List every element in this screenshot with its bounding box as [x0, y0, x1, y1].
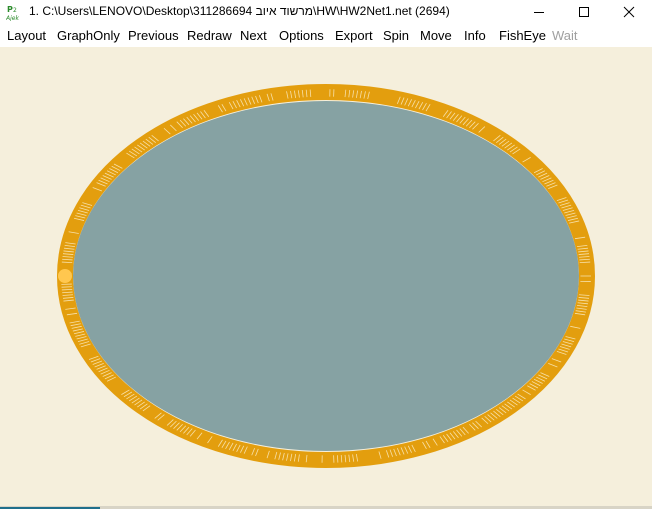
close-icon — [623, 6, 635, 18]
vertex-tick — [61, 289, 73, 291]
menu-redraw[interactable]: Redraw — [187, 28, 232, 43]
menu-move[interactable]: Move — [420, 28, 452, 43]
maximize-button[interactable] — [561, 0, 607, 24]
menu-layout[interactable]: Layout — [7, 28, 46, 43]
vertex-tick — [579, 261, 591, 263]
edge-mass — [73, 101, 579, 451]
title-bar[interactable]: P 2 Ajek 1. C:\Users\LENOVO\Desktop\3112… — [0, 0, 652, 24]
menu-options[interactable]: Options — [279, 28, 324, 43]
menu-fisheye[interactable]: FishEye — [499, 28, 546, 43]
minimize-button[interactable] — [516, 0, 562, 24]
svg-text:Ajek: Ajek — [6, 15, 19, 21]
minimize-icon — [534, 12, 544, 13]
window-title: 1. C:\Users\LENOVO\Desktop\311286694 מרש… — [29, 4, 450, 18]
network-graph[interactable] — [0, 47, 652, 506]
menu-next[interactable]: Next — [240, 28, 267, 43]
menu-graphonly[interactable]: GraphOnly — [57, 28, 120, 43]
menu-wait: Wait — [552, 28, 578, 43]
menu-spin[interactable]: Spin — [383, 28, 409, 43]
pajek-app-icon: P 2 Ajek — [6, 5, 19, 21]
svg-text:2: 2 — [13, 7, 17, 14]
close-button[interactable] — [606, 0, 652, 24]
menu-export[interactable]: Export — [335, 28, 373, 43]
menu-bar: Layout GraphOnly Previous Redraw Next Op… — [0, 24, 652, 47]
menu-previous[interactable]: Previous — [128, 28, 179, 43]
selected-vertex[interactable] — [58, 269, 72, 283]
network-drawing-window: P 2 Ajek 1. C:\Users\LENOVO\Desktop\3112… — [0, 0, 652, 509]
graph-canvas[interactable] — [0, 47, 652, 506]
menu-info[interactable]: Info — [464, 28, 486, 43]
vertex-tick — [61, 261, 73, 263]
maximize-icon — [579, 7, 589, 17]
